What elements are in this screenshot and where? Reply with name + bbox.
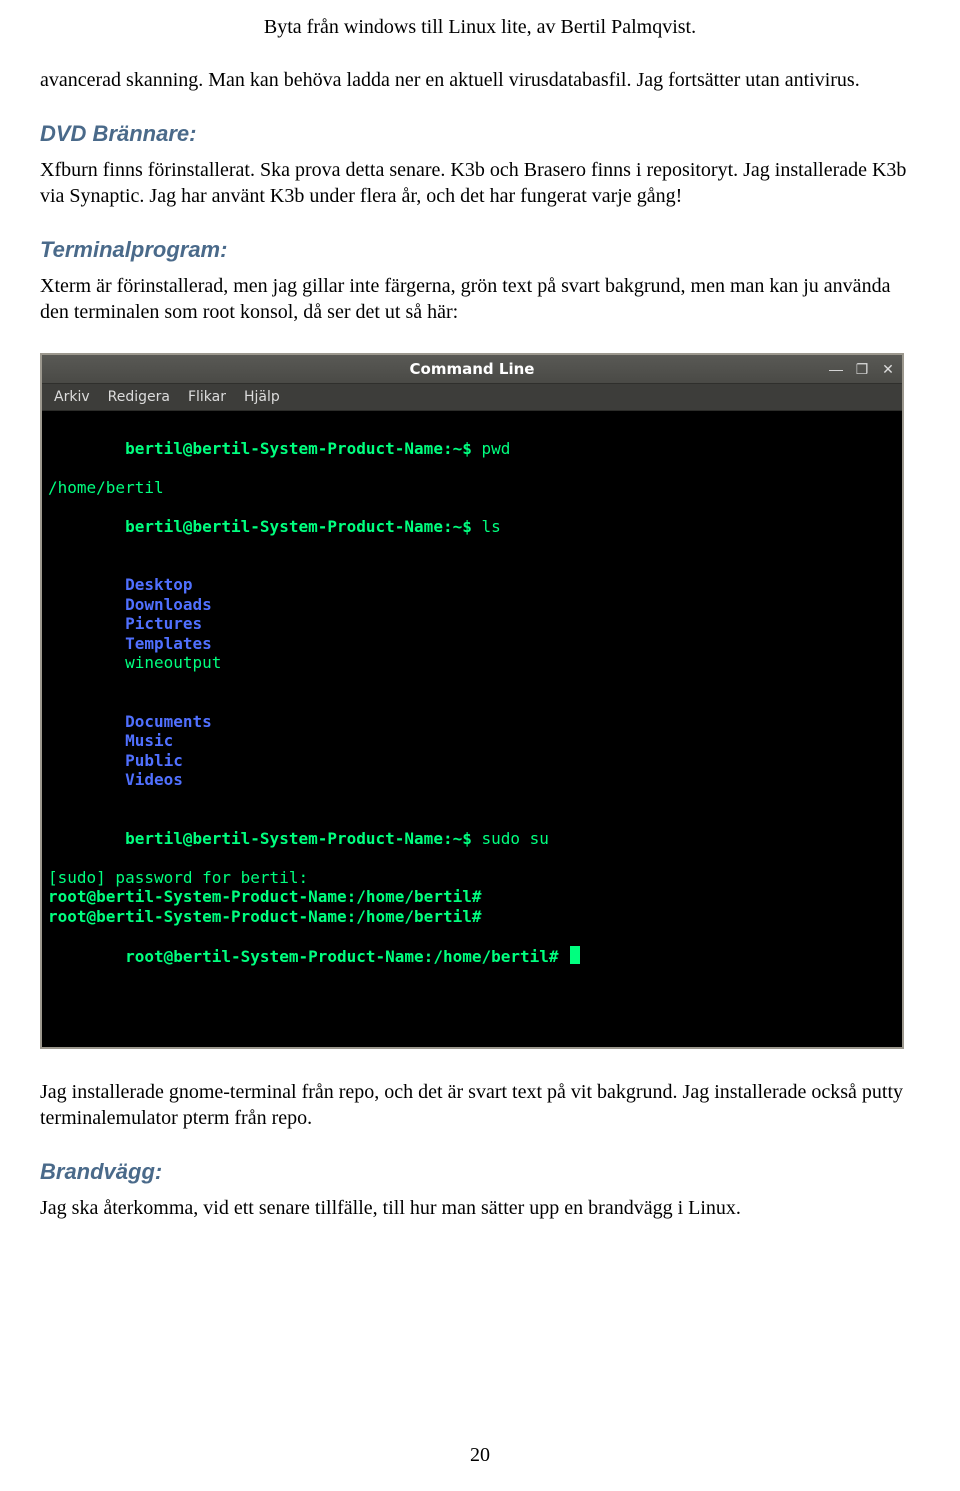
ls-downloads: Downloads [125,595,235,615]
cmd-sudo-su: sudo su [481,829,548,848]
heading-terminalprogram: Terminalprogram: [40,237,920,263]
page-number: 20 [0,1444,960,1467]
ls-templates: Templates [125,634,245,654]
prompt-root: root@bertil-System-Product-Name:/home/be… [48,887,896,907]
prompt-user: bertil@bertil-System-Product-Name:~$ [125,517,481,536]
window-buttons: — ❐ ✕ [826,359,898,379]
page-header-title: Byta från windows till Linux lite, av Be… [40,16,920,39]
cmd-ls: ls [481,517,500,536]
prompt-user: bertil@bertil-System-Product-Name:~$ [125,439,481,458]
heading-brandvagg: Brandvägg: [40,1159,920,1185]
ls-music: Music [125,731,235,751]
ls-documents: Documents [125,712,235,732]
menu-hjalp[interactable]: Hjälp [244,389,280,405]
sudo-password-prompt: [sudo] password for bertil: [48,868,896,888]
ls-videos: Videos [125,770,183,789]
heading-dvd-brannare: DVD Brännare: [40,121,920,147]
ls-desktop: Desktop [125,575,235,595]
terminal-paragraph: Xterm är förinstallerad, men jag gillar … [40,273,920,325]
terminal-title: Command Line [410,360,535,378]
cmd-pwd: pwd [481,439,510,458]
output-pwd: /home/bertil [48,478,896,498]
prompt-root: root@bertil-System-Product-Name:/home/be… [125,947,568,966]
prompt-root: root@bertil-System-Product-Name:/home/be… [48,907,896,927]
terminal-menubar: Arkiv Redigera Flikar Hjälp [42,384,902,411]
menu-flikar[interactable]: Flikar [188,389,226,405]
maximize-icon[interactable]: ❐ [852,359,872,379]
menu-redigera[interactable]: Redigera [108,389,170,405]
ls-wineoutput: wineoutput [125,653,221,672]
dvd-paragraph: Xfburn finns förinstallerat. Ska prova d… [40,157,920,209]
menu-arkiv[interactable]: Arkiv [54,389,90,405]
ls-public: Public [125,751,235,771]
terminal-titlebar: Command Line — ❐ ✕ [42,355,902,384]
terminal-body[interactable]: bertil@bertil-System-Product-Name:~$ pwd… [42,411,902,1047]
close-icon[interactable]: ✕ [878,359,898,379]
intro-paragraph: avancerad skanning. Man kan behöva ladda… [40,67,920,93]
terminal-after-paragraph: Jag installerade gnome-terminal från rep… [40,1079,920,1131]
firewall-paragraph: Jag ska återkomma, vid ett senare tillfä… [40,1195,920,1221]
terminal-window: Command Line — ❐ ✕ Arkiv Redigera Flikar… [40,353,904,1049]
ls-pictures: Pictures [125,614,235,634]
cursor-icon [570,946,580,964]
minimize-icon[interactable]: — [826,359,846,379]
prompt-user: bertil@bertil-System-Product-Name:~$ [125,829,481,848]
